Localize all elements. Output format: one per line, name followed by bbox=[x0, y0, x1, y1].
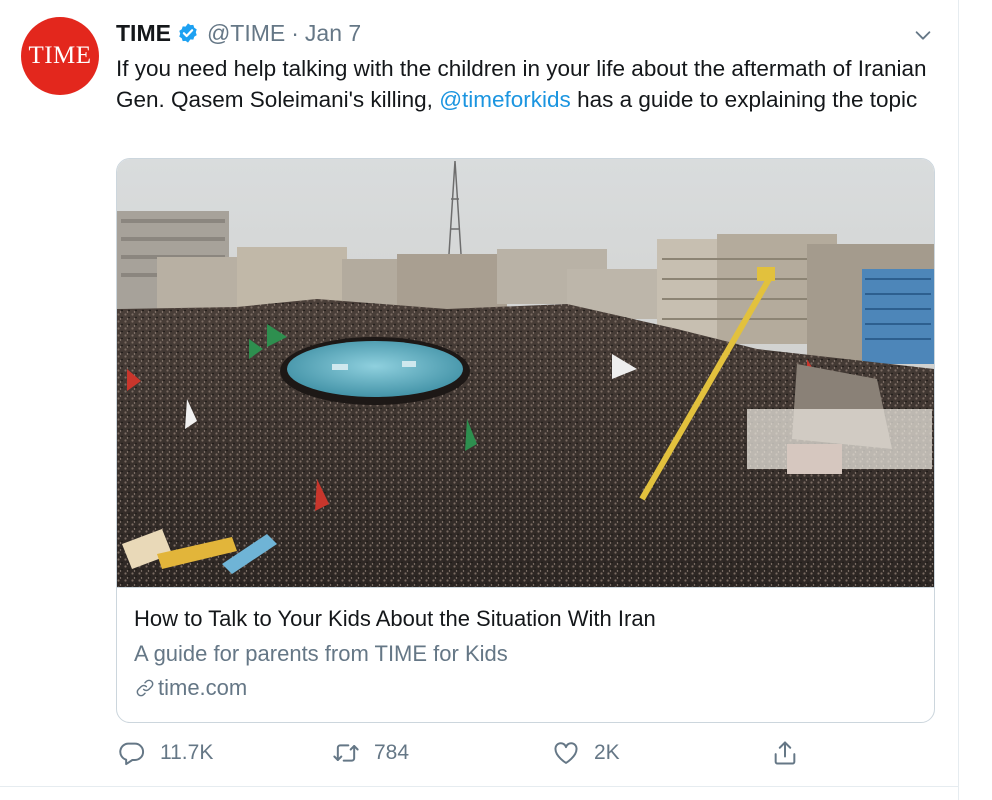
link-card[interactable]: How to Talk to Your Kids About the Situa… bbox=[116, 158, 935, 723]
reply-button[interactable]: 11.7K bbox=[118, 736, 213, 770]
retweet-button[interactable]: 784 bbox=[332, 736, 409, 770]
chevron-down-icon[interactable] bbox=[912, 24, 934, 46]
tweet-date[interactable]: Jan 7 bbox=[305, 20, 361, 47]
share-icon bbox=[774, 741, 796, 765]
card-title[interactable]: How to Talk to Your Kids About the Situa… bbox=[134, 606, 656, 632]
verified-badge-icon bbox=[179, 23, 197, 43]
separator-dot: · bbox=[291, 19, 299, 46]
user-handle[interactable]: @TIME bbox=[207, 20, 285, 47]
share-button[interactable] bbox=[771, 736, 813, 770]
link-icon bbox=[136, 679, 154, 697]
display-name[interactable]: TIME bbox=[116, 20, 171, 47]
mention-link[interactable]: @timeforkids bbox=[439, 87, 571, 112]
like-button[interactable]: 2K bbox=[552, 736, 620, 770]
column-divider bbox=[958, 0, 959, 800]
tweet-header: TIME @TIME · Jan 7 bbox=[116, 18, 361, 48]
like-count: 2K bbox=[594, 741, 620, 764]
tweet-text: If you need help talking with the childr… bbox=[116, 53, 936, 115]
tweet-actions: 11.7K 784 2K bbox=[116, 736, 816, 770]
retweet-count: 784 bbox=[374, 741, 410, 764]
avatar[interactable]: TIME bbox=[21, 17, 99, 95]
tweet-divider bbox=[0, 786, 958, 787]
card-domain[interactable]: time.com bbox=[134, 675, 247, 701]
retweet-icon bbox=[333, 744, 359, 762]
card-description: A guide for parents from TIME for Kids bbox=[134, 641, 508, 666]
avatar-logo-text: TIME bbox=[28, 42, 92, 69]
card-domain-text: time.com bbox=[158, 675, 248, 700]
tweet-text-part: has a guide to explaining the topic bbox=[570, 87, 918, 112]
reply-icon bbox=[119, 742, 144, 766]
card-image[interactable] bbox=[117, 159, 934, 588]
reply-count: 11.7K bbox=[160, 741, 214, 764]
heart-icon bbox=[554, 742, 578, 764]
